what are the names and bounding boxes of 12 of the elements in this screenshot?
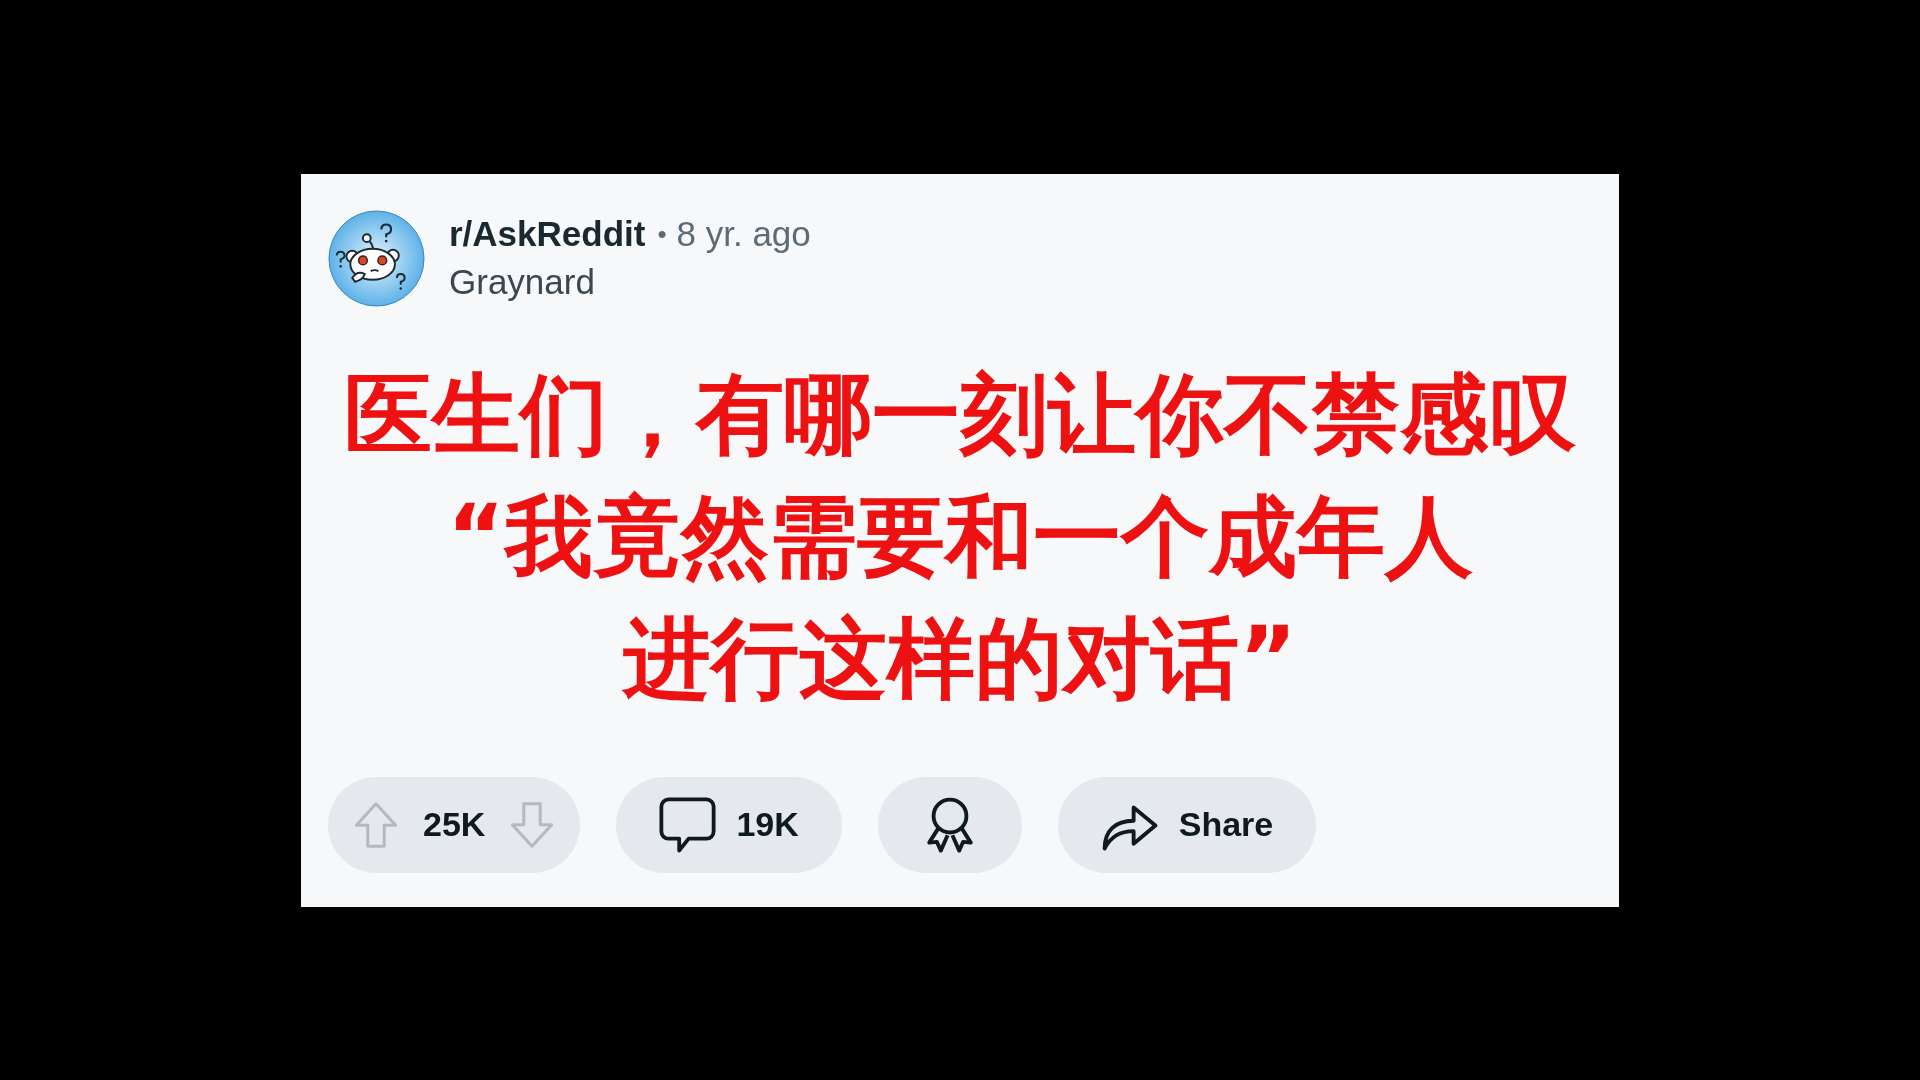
bullet-separator: • [657,218,667,250]
mascot-avatar-icon [328,209,425,307]
post-age: 8 yr. ago [676,214,811,254]
comments-button[interactable]: 19K [616,776,842,873]
speech-bubble-icon [659,796,717,853]
community-link[interactable]: r/AskReddit [449,214,646,254]
post-title: 医生们，有哪一刻让你不禁感叹 “我竟然需要和一个成年人 进行这样的对话” [343,361,1577,712]
vote-count: 25K [423,805,486,844]
upvote-arrow-icon[interactable] [353,800,399,849]
author-link[interactable]: Graynard [449,262,595,302]
share-button[interactable]: Share [1057,776,1317,873]
downvote-arrow-icon[interactable] [509,800,556,849]
